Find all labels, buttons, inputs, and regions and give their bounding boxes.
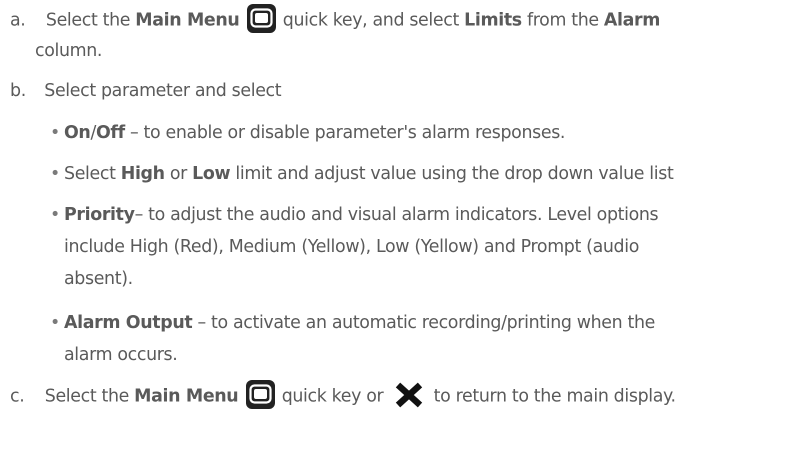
high-low-text-1: Select bbox=[64, 164, 121, 184]
alarm-output-description-2: alarm occurs. bbox=[64, 345, 178, 365]
high-low-description: limit and adjust value using the drop do… bbox=[230, 164, 674, 184]
bullet-dot: • bbox=[50, 123, 60, 143]
bullet-priority: • Priority– to adjust the audio and visua… bbox=[50, 203, 659, 227]
step-a-continuation: column. bbox=[35, 41, 103, 61]
off-label: Off bbox=[95, 123, 125, 143]
bullet-on-off: • On/Off – to enable or disable parameter… bbox=[50, 121, 565, 145]
limits-label: Limits bbox=[464, 10, 522, 31]
priority-label: Priority bbox=[64, 205, 135, 225]
step-a-text-2: quick key, and select bbox=[277, 10, 465, 31]
high-low-text-2: or bbox=[164, 164, 193, 184]
bullet-alarm-output: • Alarm Output – to activate an automatic… bbox=[50, 311, 655, 335]
alarm-output-description: – to activate an automatic recording/pri… bbox=[192, 313, 656, 333]
step-c-marker: c. bbox=[10, 386, 25, 407]
priority-description-3: absent). bbox=[64, 269, 133, 289]
step-c-text-3: to return to the main display. bbox=[428, 386, 676, 407]
main-menu-label: Main Menu bbox=[135, 10, 240, 31]
on-off-description: – to enable or disable parameter's alarm… bbox=[124, 123, 566, 143]
step-a-line-1: a. Select the Main Menu quick key, and s… bbox=[10, 4, 661, 35]
step-c-text-1: Select the bbox=[44, 386, 135, 407]
main-menu-icon bbox=[245, 380, 275, 409]
priority-description-2: include High (Red), Medium (Yellow), Low… bbox=[64, 237, 640, 257]
step-a-text-1: Select the bbox=[45, 10, 136, 31]
step-a-line-2: column. bbox=[35, 39, 102, 63]
priority-description: – to adjust the audio and visual alarm i… bbox=[134, 205, 659, 225]
close-x-icon bbox=[394, 382, 424, 408]
high-label: High bbox=[120, 164, 165, 184]
bullet-alarm-output-line-2: alarm occurs. bbox=[64, 343, 178, 367]
bullet-priority-line-2: include High (Red), Medium (Yellow), Low… bbox=[64, 235, 639, 259]
step-a-text-3: from the bbox=[521, 10, 604, 31]
bullet-high-low: • Select High or Low limit and adjust val… bbox=[50, 162, 674, 186]
bullet-dot: • bbox=[50, 313, 60, 333]
step-c-text-2: quick key or bbox=[276, 386, 389, 407]
main-menu-icon bbox=[246, 4, 276, 33]
on-label: On bbox=[64, 123, 91, 143]
alarm-output-label: Alarm Output bbox=[64, 313, 193, 333]
step-c-line: c. Select the Main Menu quick key or to … bbox=[10, 380, 676, 411]
bullet-dot: • bbox=[50, 205, 60, 225]
step-a-marker: a. bbox=[10, 10, 26, 31]
step-b-text: Select parameter and select bbox=[44, 81, 282, 101]
main-menu-label-2: Main Menu bbox=[134, 386, 239, 407]
alarm-label: Alarm bbox=[603, 10, 661, 31]
low-label: Low bbox=[192, 164, 231, 184]
step-b-line: b. Select parameter and select bbox=[10, 79, 282, 103]
step-b-marker: b. bbox=[10, 81, 26, 101]
bullet-dot: • bbox=[50, 164, 60, 184]
bullet-priority-line-3: absent). bbox=[64, 267, 133, 291]
